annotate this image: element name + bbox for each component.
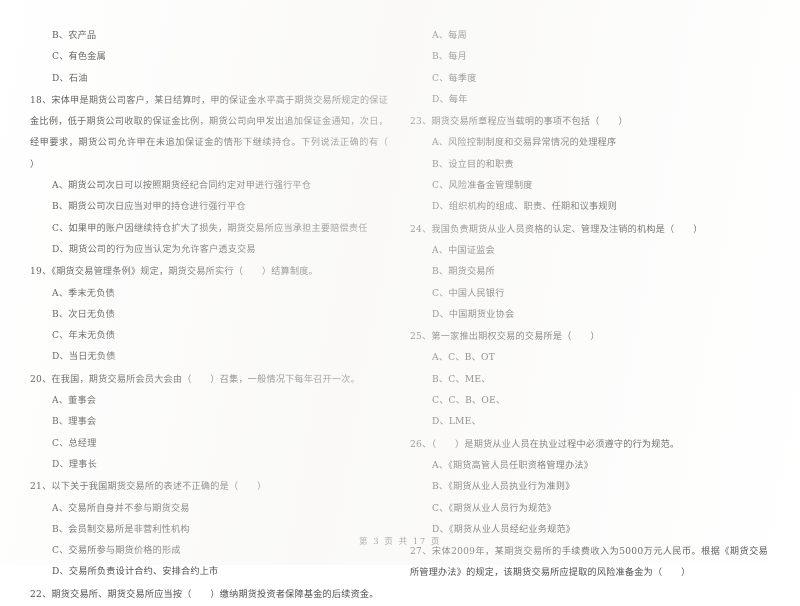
question-stem: 19、《期货交易管理条例》规定，期货交易所实行（ ）结算制度。	[30, 267, 318, 278]
answer-option[interactable]: D、石油	[30, 69, 388, 90]
answer-option[interactable]: C、总经理	[30, 434, 388, 455]
answer-option[interactable]: C、每季度	[410, 69, 768, 90]
question-stem: 24、我国负责期货从业人员资格的认定、管理及注销的机构是（ ）	[410, 224, 703, 235]
exam-page: B、农产品 C、有色金属 D、石油 18、宋体甲是期货公司客户，某日结算时，甲的保证金…	[0, 0, 800, 600]
answer-option[interactable]: D、交易所负责设计合约、安排合约上市	[30, 562, 388, 583]
question-stem: 25、第一家推出期权交易的交易所是（ ）	[410, 332, 600, 343]
right-column: A、每周 B、每月 C、每季度 D、每年 23、期货交易所章程应当载明的事项不包括（ ）…	[410, 26, 768, 578]
answer-option[interactable]: D、当日无负债	[30, 347, 388, 368]
answer-option[interactable]: C、有色金属	[30, 47, 388, 68]
answer-option[interactable]: A、交易所自身并不参与期货交易	[30, 499, 388, 520]
answer-option[interactable]: D、中国期货业协会	[410, 305, 768, 326]
answer-option[interactable]: A、中国证监会	[410, 241, 768, 262]
question-block: B、农产品 C、有色金属 D、石油	[30, 26, 388, 90]
answer-option[interactable]: C、风险准备金管理制度	[410, 176, 768, 197]
answer-option[interactable]: C、中国人民银行	[410, 284, 768, 305]
question-block: 24、我国负责期货从业人员资格的认定、管理及注销的机构是（ ） A、中国证监会 B、…	[410, 220, 768, 326]
question-block: 21、以下关于我国期货交易所的表述不正确的是（ ） A、交易所自身并不参与期货交易…	[30, 477, 388, 583]
question-stem: 21、以下关于我国期货交易所的表述不正确的是（ ）	[30, 482, 267, 493]
answer-option[interactable]: C、《期货从业人员行为规范》	[410, 499, 768, 520]
answer-option[interactable]: D、期货公司的行为应当认定为允许客户透支交易	[30, 240, 388, 261]
question-block: 22、期货交易所、期货交易所应当按（ ）缴纳期货投资者保障基金的后续资金。	[30, 585, 388, 606]
answer-option[interactable]: C、年末无负债	[30, 326, 388, 347]
question-stem: 18、宋体甲是期货公司客户，某日结算时，甲的保证金水平高于期货交易所规定的保证金…	[30, 95, 407, 170]
question-block: 27、宋体2009年，某期货交易所的手续费收入为5000万元人民币。根据《期货交…	[410, 542, 768, 585]
question-block: 20、在我国，期货交易所会员大会由（ ）召集，一般情况下每年召开一次。 A、董事会…	[30, 370, 388, 476]
answer-option[interactable]: D、每年	[410, 90, 768, 111]
answer-option[interactable]: D、理事长	[30, 455, 388, 476]
answer-option[interactable]: A、董事会	[30, 391, 388, 412]
question-stem: 20、在我国，期货交易所会员大会由（ ）召集，一般情况下每年召开一次。	[30, 374, 360, 385]
question-block: 25、第一家推出期权交易的交易所是（ ） A、C、B、OT B、C、ME、 C、C、B…	[410, 327, 768, 433]
answer-option[interactable]: A、每周	[410, 26, 768, 47]
answer-option[interactable]: B、《期货从业人员执业行为准则》	[410, 477, 768, 498]
question-stem: 22、期货交易所、期货交易所应当按（ ）缴纳期货投资者保障基金的后续资金。	[30, 589, 379, 600]
answer-option[interactable]: B、每月	[410, 47, 768, 68]
left-column: B、农产品 C、有色金属 D、石油 18、宋体甲是期货公司客户，某日结算时，甲的保证金…	[30, 26, 388, 600]
answer-option[interactable]: B、理事会	[30, 412, 388, 433]
question-stem: 23、期货交易所章程应当载明的事项不包括（ ）	[410, 117, 628, 128]
answer-option[interactable]: B、C、ME、	[410, 370, 768, 391]
question-block: 19、《期货交易管理条例》规定，期货交易所实行（ ）结算制度。 A、季末无负债 B、…	[30, 262, 388, 368]
answer-option[interactable]: B、期货交易所	[410, 262, 768, 283]
answer-option[interactable]: A、风险控制制度和交易异常情况的处理程序	[410, 133, 768, 154]
answer-option[interactable]: B、期货公司次日应当对甲的持仓进行强行平仓	[30, 197, 388, 218]
answer-option[interactable]: B、设立目的和职责	[410, 155, 768, 176]
answer-option[interactable]: B、次日无负债	[30, 305, 388, 326]
question-stem: 26、（ ）是期货从业人员在执业过程中必须遵守的行为规范。	[410, 439, 680, 450]
answer-option[interactable]: A、C、B、OT	[410, 348, 768, 369]
answer-option[interactable]: B、农产品	[30, 26, 388, 47]
question-block: 18、宋体甲是期货公司客户，某日结算时，甲的保证金水平高于期货交易所规定的保证金…	[30, 91, 388, 261]
page-footer: 第 3 页 共 17 页	[359, 536, 441, 546]
answer-option[interactable]: A、《期货高管人员任职资格管理办法》	[410, 456, 768, 477]
answer-option[interactable]: A、期货公司次日可以按照期货经纪合同约定对甲进行强行平仓	[30, 176, 388, 197]
answer-option[interactable]: A、季末无负债	[30, 284, 388, 305]
question-stem: 27、宋体2009年，某期货交易所的手续费收入为5000万元人民币。根据《期货交…	[410, 547, 768, 579]
question-block: 26、（ ）是期货从业人员在执业过程中必须遵守的行为规范。 A、《期货高管人员任职…	[410, 435, 768, 541]
question-block: A、每周 B、每月 C、每季度 D、每年	[410, 26, 768, 111]
question-block: 23、期货交易所章程应当载明的事项不包括（ ） A、风险控制制度和交易异常情况的处…	[410, 112, 768, 218]
two-column-layout: B、农产品 C、有色金属 D、石油 18、宋体甲是期货公司客户，某日结算时，甲的保证金…	[30, 26, 770, 600]
answer-option[interactable]: C、C、B、OE、	[410, 391, 768, 412]
answer-option[interactable]: D、LME、	[410, 412, 768, 433]
answer-option[interactable]: D、组织机构的组成、职责、任期和议事规则	[410, 197, 768, 218]
answer-option[interactable]: C、如果甲的账户因继续持仓扩大了损失，期货交易所应当承担主要赔偿责任	[30, 219, 388, 240]
